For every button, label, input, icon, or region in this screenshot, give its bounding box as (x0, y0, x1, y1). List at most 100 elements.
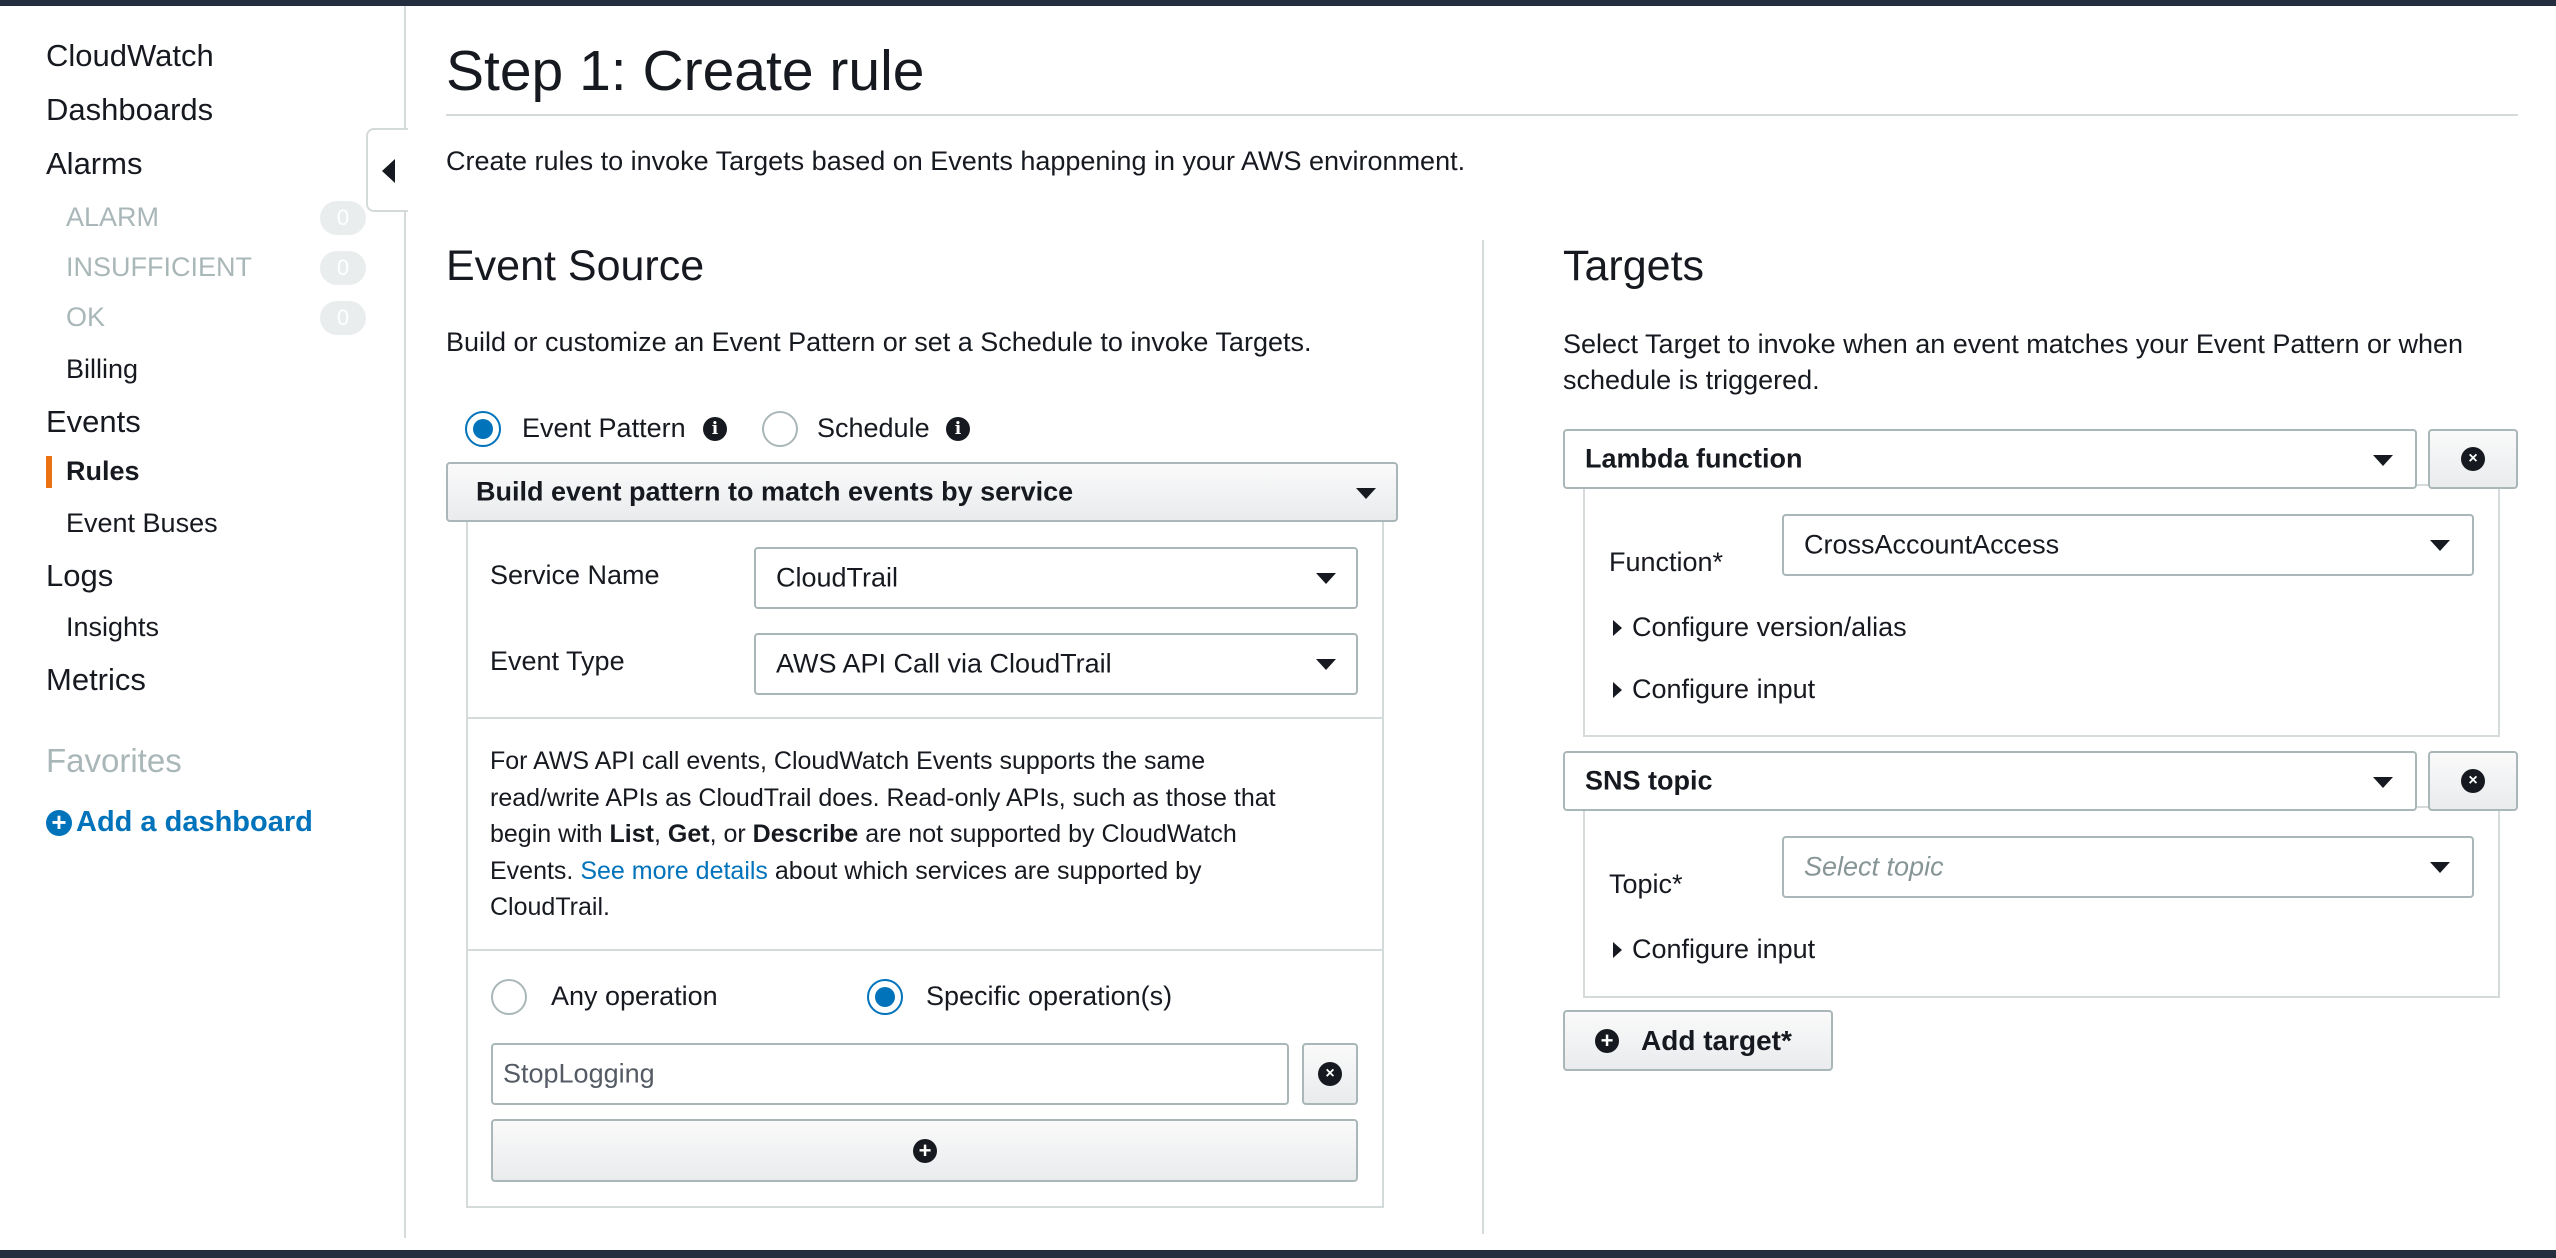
note-get: Get (667, 820, 710, 848)
note-text: about which services are supported by (767, 857, 1202, 885)
configure-version-alias-toggle[interactable]: Configure version/alias (1613, 612, 1907, 643)
event-type-label: Event Type (490, 646, 625, 676)
event-pattern-builder-label: Build event pattern to match events by s… (476, 476, 1074, 507)
schedule-label: Schedule (817, 413, 930, 443)
configure-input-toggle[interactable]: Configure input (1613, 934, 1815, 965)
bottom-bar (0, 1250, 2556, 1258)
remove-operation-button[interactable]: × (1302, 1043, 1358, 1105)
topic-select[interactable]: Select topic (1782, 836, 2474, 898)
info-icon[interactable]: i (703, 417, 727, 441)
nav-event-buses[interactable]: Event Buses (66, 508, 218, 539)
caret-left-icon (382, 159, 395, 183)
event-pattern-builder-dropdown[interactable]: Build event pattern to match events by s… (446, 462, 1398, 522)
collapse-sidebar-button[interactable] (366, 128, 408, 212)
nav-alarm-state-insufficient[interactable]: INSUFFICIENT (66, 252, 252, 283)
see-more-details-link[interactable]: See more details (580, 857, 768, 885)
note-list: List (609, 820, 654, 848)
alarm-count-badge: 0 (320, 201, 366, 235)
plus-circle-icon: + (46, 809, 72, 836)
lambda-target-type-value: Lambda function (1585, 443, 1803, 474)
lambda-target-type-select[interactable]: Lambda function (1563, 429, 2417, 489)
event-pattern-radio[interactable] (465, 411, 501, 447)
configure-input-label: Configure input (1632, 674, 1816, 704)
chevron-down-icon (2373, 777, 2393, 788)
info-icon[interactable]: i (946, 417, 970, 441)
note-line: CloudTrail. (490, 893, 610, 921)
specific-operations-radio[interactable] (867, 979, 903, 1015)
nav-logs[interactable]: Logs (46, 558, 113, 594)
schedule-radio[interactable] (762, 411, 798, 447)
operation-input[interactable]: StopLogging (491, 1043, 1289, 1105)
add-target-button[interactable]: + Add target* (1563, 1010, 1833, 1071)
favorites-heading: Favorites (46, 742, 182, 779)
service-name-value: CloudTrail (776, 562, 899, 593)
add-target-label: Add target* (1641, 1024, 1792, 1056)
section-divider (468, 717, 1382, 719)
service-name-select[interactable]: CloudTrail (754, 547, 1358, 609)
nav-dashboards[interactable]: Dashboards (46, 92, 213, 128)
note-line: read/write APIs as CloudTrail does. Read… (490, 784, 1276, 812)
column-divider (1482, 240, 1484, 1234)
operation-value: StopLogging (503, 1058, 655, 1089)
add-operation-button[interactable]: + (491, 1119, 1358, 1182)
nav-billing[interactable]: Billing (66, 354, 138, 385)
configure-input-label: Configure input (1632, 934, 1816, 964)
chevron-down-icon (2430, 862, 2450, 873)
page-title: Step 1: Create rule (446, 39, 925, 103)
sns-target-panel (1583, 806, 2500, 998)
nav-alarms[interactable]: Alarms (46, 146, 142, 182)
note-line: Events. See more details about which ser… (490, 853, 1202, 889)
nav-rules[interactable]: Rules (66, 456, 140, 487)
active-nav-marker (46, 456, 52, 488)
nav-alarm-state-alarm[interactable]: ALARM (66, 202, 159, 233)
targets-description: Select Target to invoke when an event ma… (1563, 329, 2464, 359)
chevron-down-icon (1356, 488, 1376, 499)
nav-events[interactable]: Events (46, 404, 141, 440)
any-operation-radio[interactable] (491, 979, 527, 1015)
configure-version-alias-label: Configure version/alias (1632, 612, 1907, 642)
ok-count-badge: 0 (320, 301, 366, 335)
plus-icon: + (1595, 1029, 1619, 1053)
note-text: , (653, 820, 668, 848)
note-line: For AWS API call events, CloudWatch Even… (490, 747, 1206, 775)
sidebar: CloudWatch Dashboards Alarms ALARM 0 INS… (0, 6, 406, 1238)
specific-operations-label: Specific operation(s) (926, 981, 1173, 1011)
targets-heading: Targets (1563, 242, 1705, 290)
event-type-select[interactable]: AWS API Call via CloudTrail (754, 633, 1358, 695)
remove-lambda-target-button[interactable]: × (2428, 429, 2518, 489)
chevron-down-icon (1316, 573, 1336, 584)
function-value: CrossAccountAccess (1804, 529, 2060, 560)
nav-insights[interactable]: Insights (66, 612, 159, 643)
caret-right-icon (1613, 681, 1622, 698)
nav-metrics[interactable]: Metrics (46, 662, 146, 698)
sns-target-type-value: SNS topic (1585, 765, 1713, 796)
section-divider (468, 949, 1382, 951)
add-dashboard-link[interactable]: + Add a dashboard (46, 806, 313, 839)
function-label: Function* (1609, 547, 1724, 577)
note-line: begin with List, Get, or Describe are no… (490, 816, 1237, 852)
note-describe: Describe (752, 820, 859, 848)
chevron-down-icon (2430, 540, 2450, 551)
event-source-description: Build or customize an Event Pattern or s… (446, 327, 1312, 357)
sns-target-type-select[interactable]: SNS topic (1563, 751, 2417, 811)
caret-right-icon (1613, 619, 1622, 636)
close-icon: × (2461, 447, 2485, 471)
add-dashboard-label: Add a dashboard (76, 806, 313, 838)
event-pattern-label: Event Pattern (522, 413, 686, 443)
nav-cloudwatch[interactable]: CloudWatch (46, 38, 214, 74)
remove-sns-target-button[interactable]: × (2428, 751, 2518, 811)
any-operation-label: Any operation (551, 981, 718, 1011)
function-select[interactable]: CrossAccountAccess (1782, 514, 2474, 576)
insufficient-count-badge: 0 (320, 251, 366, 285)
targets-description: schedule is triggered. (1563, 365, 1820, 395)
note-text: are not supported by CloudWatch (858, 820, 1237, 848)
caret-right-icon (1613, 941, 1622, 958)
close-icon: × (2461, 769, 2485, 793)
event-type-value: AWS API Call via CloudTrail (776, 648, 1112, 679)
event-source-heading: Event Source (446, 242, 705, 290)
nav-alarm-state-ok[interactable]: OK (66, 302, 105, 333)
note-text: Events. (490, 857, 581, 885)
configure-input-toggle[interactable]: Configure input (1613, 674, 1815, 705)
note-text: begin with (490, 820, 610, 848)
title-divider (446, 114, 2518, 116)
